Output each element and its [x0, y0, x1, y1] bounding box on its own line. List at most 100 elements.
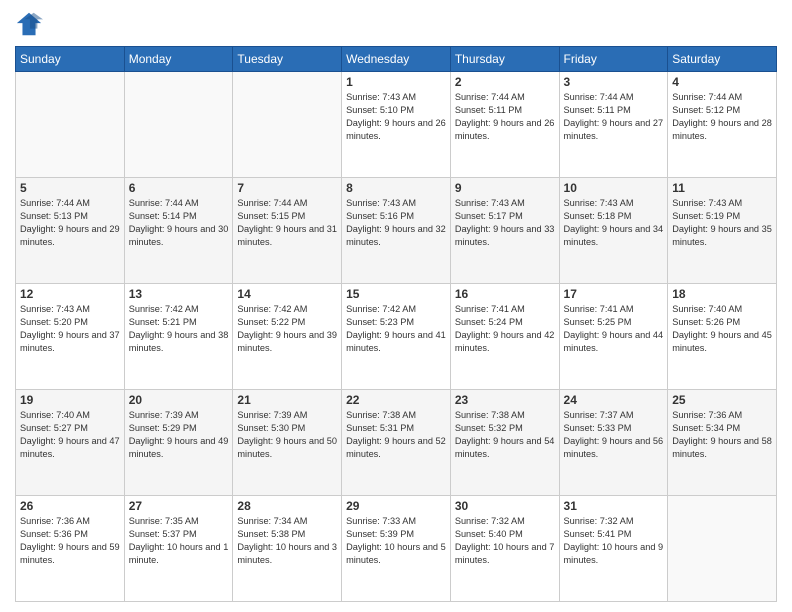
calendar-week-5: 26 Sunrise: 7:36 AM Sunset: 5:36 PM Dayli…: [16, 496, 777, 602]
calendar-cell: 11Sunrise: 7:43 AM Sunset: 5:19 PM Dayli…: [668, 178, 777, 284]
day-number: 10: [564, 181, 664, 195]
day-info: Sunrise: 7:44 AM Sunset: 5:12 PM Dayligh…: [672, 91, 772, 143]
day-info: Sunrise: 7:40 AM Sunset: 5:27 PM Dayligh…: [20, 409, 120, 461]
calendar-cell: 9 Sunrise: 7:43 AM Sunset: 5:17 PM Daylig…: [450, 178, 559, 284]
day-info: Sunrise: 7:44 AM Sunset: 5:11 PM Dayligh…: [455, 91, 555, 143]
day-info: Sunrise: 7:42 AM Sunset: 5:23 PM Dayligh…: [346, 303, 446, 355]
logo: [15, 10, 45, 38]
calendar-cell: 30 Sunrise: 7:32 AM Sunset: 5:40 PM Dayli…: [450, 496, 559, 602]
calendar-cell: 8 Sunrise: 7:43 AM Sunset: 5:16 PM Daylig…: [342, 178, 451, 284]
calendar-cell: 14Sunrise: 7:42 AM Sunset: 5:22 PM Dayli…: [233, 284, 342, 390]
day-number: 28: [237, 499, 337, 513]
calendar-cell: [16, 72, 125, 178]
day-number: 11: [672, 181, 772, 195]
day-number: 21: [237, 393, 337, 407]
calendar-cell: 4 Sunrise: 7:44 AM Sunset: 5:12 PM Daylig…: [668, 72, 777, 178]
day-number: 30: [455, 499, 555, 513]
day-number: 26: [20, 499, 120, 513]
page: SundayMondayTuesdayWednesdayThursdayFrid…: [0, 0, 792, 612]
calendar-week-1: 1 Sunrise: 7:43 AM Sunset: 5:10 PM Daylig…: [16, 72, 777, 178]
day-info: Sunrise: 7:34 AM Sunset: 5:38 PM Dayligh…: [237, 515, 337, 567]
weekday-header-sunday: Sunday: [16, 47, 125, 72]
day-number: 4: [672, 75, 772, 89]
calendar-week-2: 5 Sunrise: 7:44 AM Sunset: 5:13 PM Daylig…: [16, 178, 777, 284]
day-number: 19: [20, 393, 120, 407]
calendar-cell: 24 Sunrise: 7:37 AM Sunset: 5:33 PM Dayli…: [559, 390, 668, 496]
day-info: Sunrise: 7:32 AM Sunset: 5:40 PM Dayligh…: [455, 515, 555, 567]
day-info: Sunrise: 7:41 AM Sunset: 5:25 PM Dayligh…: [564, 303, 664, 355]
calendar-cell: 19 Sunrise: 7:40 AM Sunset: 5:27 PM Dayli…: [16, 390, 125, 496]
logo-icon: [15, 10, 43, 38]
day-info: Sunrise: 7:37 AM Sunset: 5:33 PM Dayligh…: [564, 409, 664, 461]
day-number: 20: [129, 393, 229, 407]
calendar-cell: 12 Sunrise: 7:43 AM Sunset: 5:20 PM Dayli…: [16, 284, 125, 390]
calendar-cell: 18Sunrise: 7:40 AM Sunset: 5:26 PM Dayli…: [668, 284, 777, 390]
calendar-cell: [668, 496, 777, 602]
calendar-week-3: 12 Sunrise: 7:43 AM Sunset: 5:20 PM Dayli…: [16, 284, 777, 390]
day-info: Sunrise: 7:35 AM Sunset: 5:37 PM Dayligh…: [129, 515, 229, 567]
day-number: 27: [129, 499, 229, 513]
day-number: 16: [455, 287, 555, 301]
calendar-cell: 6 Sunrise: 7:44 AM Sunset: 5:14 PM Daylig…: [124, 178, 233, 284]
calendar-cell: [124, 72, 233, 178]
day-info: Sunrise: 7:44 AM Sunset: 5:13 PM Dayligh…: [20, 197, 120, 249]
day-number: 25: [672, 393, 772, 407]
day-number: 9: [455, 181, 555, 195]
calendar-week-4: 19 Sunrise: 7:40 AM Sunset: 5:27 PM Dayli…: [16, 390, 777, 496]
day-info: Sunrise: 7:43 AM Sunset: 5:17 PM Dayligh…: [455, 197, 555, 249]
calendar-cell: 22 Sunrise: 7:38 AM Sunset: 5:31 PM Dayli…: [342, 390, 451, 496]
day-number: 1: [346, 75, 446, 89]
day-info: Sunrise: 7:44 AM Sunset: 5:14 PM Dayligh…: [129, 197, 229, 249]
day-info: Sunrise: 7:39 AM Sunset: 5:30 PM Dayligh…: [237, 409, 337, 461]
calendar-cell: 2 Sunrise: 7:44 AM Sunset: 5:11 PM Daylig…: [450, 72, 559, 178]
calendar-cell: 20 Sunrise: 7:39 AM Sunset: 5:29 PM Dayli…: [124, 390, 233, 496]
day-info: Sunrise: 7:38 AM Sunset: 5:31 PM Dayligh…: [346, 409, 446, 461]
header: [15, 10, 777, 38]
day-number: 24: [564, 393, 664, 407]
day-number: 8: [346, 181, 446, 195]
day-info: Sunrise: 7:44 AM Sunset: 5:11 PM Dayligh…: [564, 91, 664, 143]
day-info: Sunrise: 7:38 AM Sunset: 5:32 PM Dayligh…: [455, 409, 555, 461]
calendar-cell: 7 Sunrise: 7:44 AM Sunset: 5:15 PM Daylig…: [233, 178, 342, 284]
day-info: Sunrise: 7:43 AM Sunset: 5:16 PM Dayligh…: [346, 197, 446, 249]
calendar-cell: 16Sunrise: 7:41 AM Sunset: 5:24 PM Dayli…: [450, 284, 559, 390]
calendar-cell: 29Sunrise: 7:33 AM Sunset: 5:39 PM Dayli…: [342, 496, 451, 602]
day-info: Sunrise: 7:36 AM Sunset: 5:36 PM Dayligh…: [20, 515, 120, 567]
calendar-cell: 21 Sunrise: 7:39 AM Sunset: 5:30 PM Dayli…: [233, 390, 342, 496]
day-info: Sunrise: 7:33 AM Sunset: 5:39 PM Dayligh…: [346, 515, 446, 567]
calendar-cell: 26 Sunrise: 7:36 AM Sunset: 5:36 PM Dayli…: [16, 496, 125, 602]
day-number: 22: [346, 393, 446, 407]
calendar-cell: 1 Sunrise: 7:43 AM Sunset: 5:10 PM Daylig…: [342, 72, 451, 178]
weekday-header-monday: Monday: [124, 47, 233, 72]
calendar-cell: 17 Sunrise: 7:41 AM Sunset: 5:25 PM Dayli…: [559, 284, 668, 390]
weekday-header-friday: Friday: [559, 47, 668, 72]
day-info: Sunrise: 7:39 AM Sunset: 5:29 PM Dayligh…: [129, 409, 229, 461]
day-number: 2: [455, 75, 555, 89]
weekday-header-thursday: Thursday: [450, 47, 559, 72]
day-number: 7: [237, 181, 337, 195]
day-info: Sunrise: 7:43 AM Sunset: 5:18 PM Dayligh…: [564, 197, 664, 249]
day-number: 6: [129, 181, 229, 195]
calendar-cell: 10 Sunrise: 7:43 AM Sunset: 5:18 PM Dayli…: [559, 178, 668, 284]
calendar-cell: 3Sunrise: 7:44 AM Sunset: 5:11 PM Daylig…: [559, 72, 668, 178]
day-info: Sunrise: 7:43 AM Sunset: 5:10 PM Dayligh…: [346, 91, 446, 143]
calendar-cell: 23 Sunrise: 7:38 AM Sunset: 5:32 PM Dayli…: [450, 390, 559, 496]
day-number: 13: [129, 287, 229, 301]
day-number: 12: [20, 287, 120, 301]
calendar-cell: 28 Sunrise: 7:34 AM Sunset: 5:38 PM Dayli…: [233, 496, 342, 602]
day-info: Sunrise: 7:40 AM Sunset: 5:26 PM Dayligh…: [672, 303, 772, 355]
weekday-header-row: SundayMondayTuesdayWednesdayThursdayFrid…: [16, 47, 777, 72]
day-number: 15: [346, 287, 446, 301]
day-number: 23: [455, 393, 555, 407]
day-info: Sunrise: 7:36 AM Sunset: 5:34 PM Dayligh…: [672, 409, 772, 461]
calendar-cell: 27 Sunrise: 7:35 AM Sunset: 5:37 PM Dayli…: [124, 496, 233, 602]
day-number: 5: [20, 181, 120, 195]
day-number: 17: [564, 287, 664, 301]
calendar-cell: 5 Sunrise: 7:44 AM Sunset: 5:13 PM Daylig…: [16, 178, 125, 284]
day-info: Sunrise: 7:43 AM Sunset: 5:20 PM Dayligh…: [20, 303, 120, 355]
weekday-header-saturday: Saturday: [668, 47, 777, 72]
calendar-cell: 13 Sunrise: 7:42 AM Sunset: 5:21 PM Dayli…: [124, 284, 233, 390]
day-info: Sunrise: 7:42 AM Sunset: 5:21 PM Dayligh…: [129, 303, 229, 355]
calendar-table: SundayMondayTuesdayWednesdayThursdayFrid…: [15, 46, 777, 602]
day-info: Sunrise: 7:44 AM Sunset: 5:15 PM Dayligh…: [237, 197, 337, 249]
